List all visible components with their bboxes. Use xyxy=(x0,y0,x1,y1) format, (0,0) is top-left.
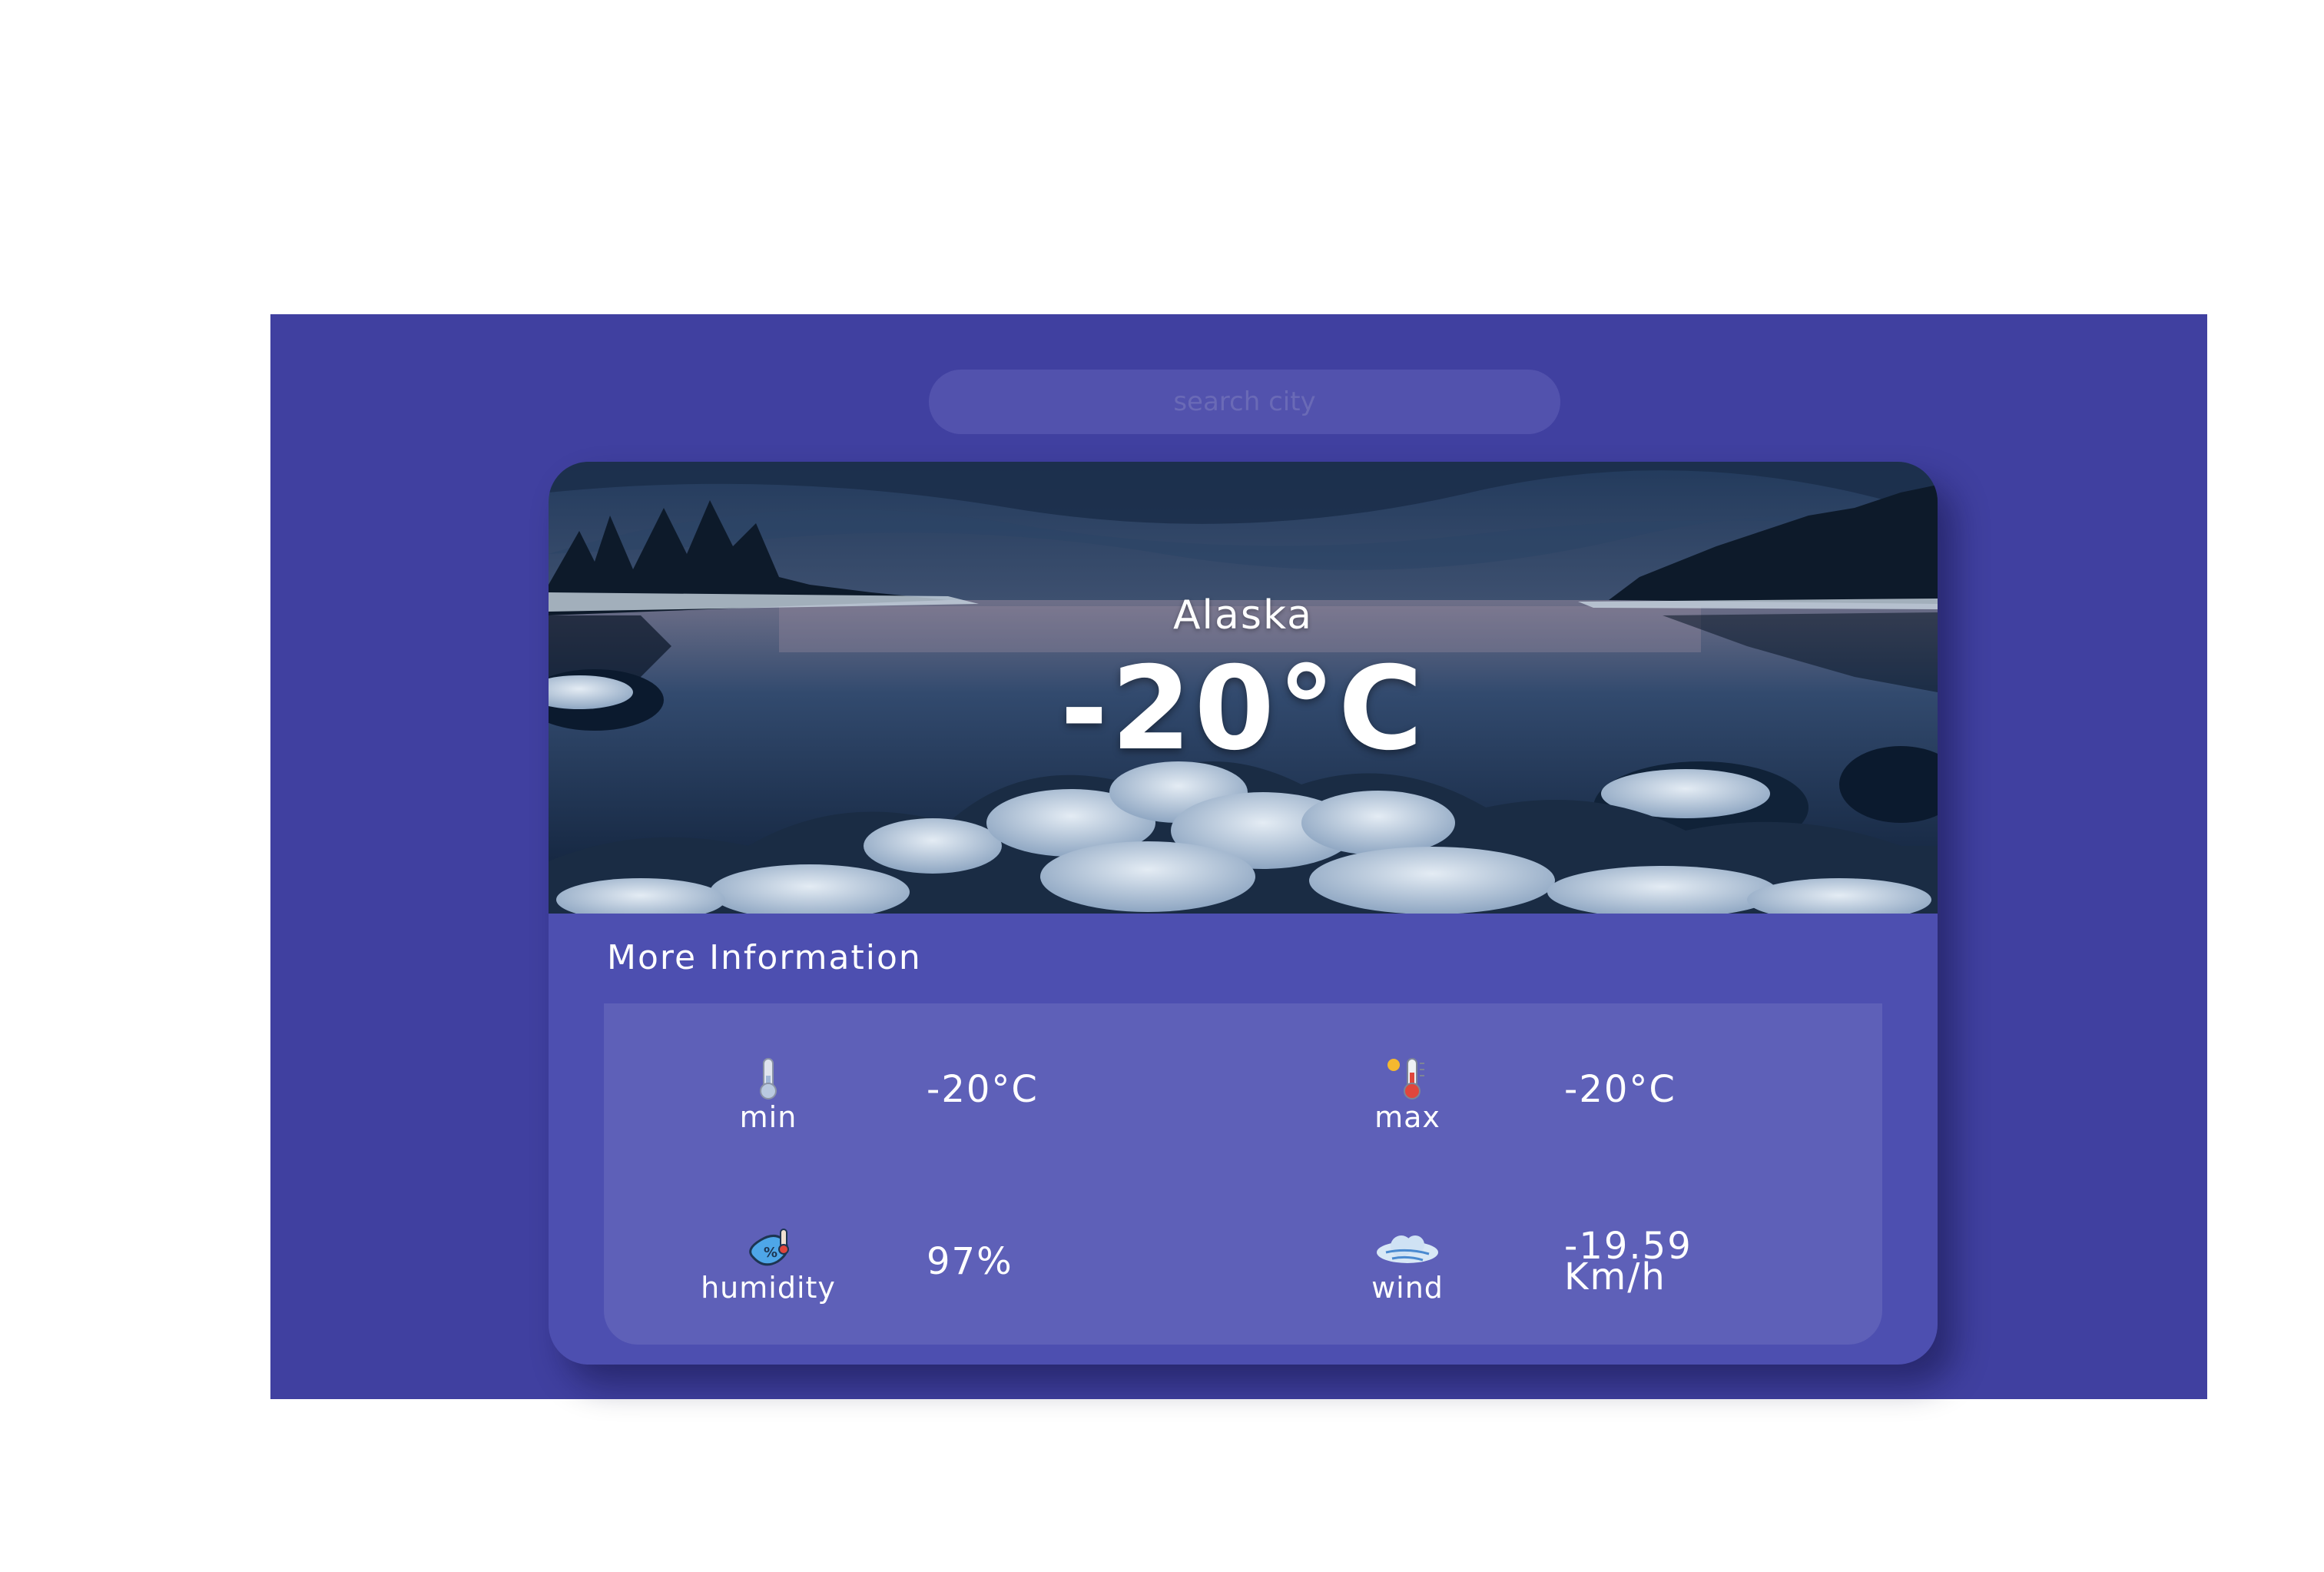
thermometer-sun-icon xyxy=(1387,1058,1424,1099)
weather-card: Alaska -20°C More Information min -20°C xyxy=(549,462,1938,1365)
max-value: -20°C xyxy=(1564,1068,1676,1111)
wind-cloud-icon xyxy=(1377,1235,1438,1263)
weather-hero-image: Alaska -20°C xyxy=(549,462,1938,914)
search-input[interactable] xyxy=(929,370,1560,434)
current-temperature: -20°C xyxy=(1059,642,1427,776)
wind-unit: Km/h xyxy=(1564,1255,1666,1298)
humidity-value: 97% xyxy=(927,1240,1013,1283)
thermometer-low-icon xyxy=(760,1058,777,1099)
details-panel: min -20°C max -20°C % humidity 97% wind … xyxy=(604,1003,1882,1345)
wind-stat: wind xyxy=(1323,1226,1492,1303)
more-information-heading: More Information xyxy=(607,938,922,977)
humidity-icon: % xyxy=(749,1229,789,1266)
max-stat: max xyxy=(1323,1056,1492,1133)
humidity-label: humidity xyxy=(701,1271,836,1305)
svg-text:%: % xyxy=(764,1245,777,1261)
min-label: min xyxy=(739,1100,797,1134)
wind-label: wind xyxy=(1371,1271,1444,1305)
min-value: -20°C xyxy=(927,1068,1039,1111)
max-label: max xyxy=(1374,1100,1440,1134)
humidity-stat: % humidity xyxy=(684,1226,853,1303)
weather-app: Alaska -20°C More Information min -20°C xyxy=(270,314,2207,1399)
min-stat: min xyxy=(684,1056,853,1133)
city-name: Alaska xyxy=(1172,592,1314,638)
